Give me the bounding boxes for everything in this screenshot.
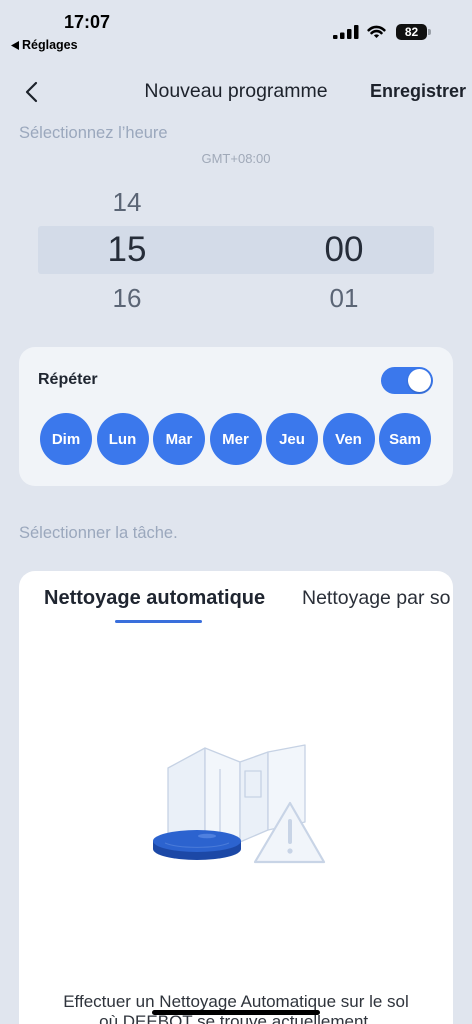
status-time: 17:07 bbox=[64, 12, 111, 32]
hour-next[interactable]: 16 bbox=[77, 284, 177, 312]
back-app-label: Réglages bbox=[22, 38, 78, 52]
repeat-card: Répéter Dim Lun Mar Mer Jeu Ven Sam bbox=[19, 347, 453, 486]
day-button-dim[interactable]: Dim bbox=[40, 413, 92, 465]
task-description-line1: Effectuer un Nettoyage Automatique sur l… bbox=[63, 992, 409, 1011]
battery-nub bbox=[428, 29, 431, 35]
wifi-icon bbox=[367, 25, 386, 38]
back-arrow-icon bbox=[11, 40, 19, 50]
tab-nettoyage-par-sol[interactable]: Nettoyage par so bbox=[302, 586, 451, 610]
save-button[interactable]: Enregistrer bbox=[370, 80, 466, 102]
robot-vacuum-warning-icon bbox=[153, 744, 326, 864]
hour-selected[interactable]: 15 bbox=[77, 230, 177, 270]
back-to-app-button[interactable]: Réglages bbox=[11, 37, 78, 53]
task-section-label: Sélectionner la tâche. bbox=[19, 524, 178, 542]
day-button-mer[interactable]: Mer bbox=[209, 413, 262, 465]
day-button-mar[interactable]: Mar bbox=[153, 413, 205, 465]
cellular-signal-icon bbox=[333, 25, 359, 39]
tab-nettoyage-automatique[interactable]: Nettoyage automatique bbox=[44, 586, 265, 610]
time-section-label: Sélectionnez l’heure bbox=[19, 124, 168, 142]
day-button-lun[interactable]: Lun bbox=[96, 413, 149, 465]
home-indicator[interactable] bbox=[152, 1010, 320, 1015]
battery-icon: 82 bbox=[396, 24, 427, 40]
day-button-sam[interactable]: Sam bbox=[379, 413, 431, 465]
timezone-label: GMT+08:00 bbox=[201, 151, 271, 166]
active-tab-indicator bbox=[115, 620, 202, 623]
minute-wheel[interactable]: 00 01 bbox=[294, 186, 394, 314]
repeat-days: Dim Lun Mar Mer Jeu Ven Sam bbox=[40, 413, 431, 465]
repeat-toggle[interactable] bbox=[381, 367, 433, 394]
day-button-jeu[interactable]: Jeu bbox=[266, 413, 318, 465]
repeat-label: Répéter bbox=[38, 371, 98, 388]
task-card: Nettoyage automatique Nettoyage par so E… bbox=[19, 571, 453, 1024]
hour-previous[interactable]: 14 bbox=[77, 188, 177, 216]
hour-wheel[interactable]: 14 15 16 bbox=[77, 186, 177, 314]
minute-selected[interactable]: 00 bbox=[294, 230, 394, 270]
toggle-knob bbox=[408, 369, 431, 392]
minute-next[interactable]: 01 bbox=[294, 284, 394, 312]
day-button-ven[interactable]: Ven bbox=[322, 413, 375, 465]
